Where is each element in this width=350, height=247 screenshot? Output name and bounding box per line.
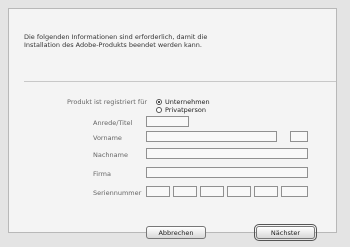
serial-field-3[interactable] (200, 186, 224, 197)
radio-private[interactable]: Privatperson (156, 106, 206, 114)
serial-field-4[interactable] (227, 186, 251, 197)
radio-company-label: Unternehmen (165, 98, 210, 106)
radio-unselected-icon (156, 107, 162, 113)
intro-line-2: Installation des Adobe-Produkts beendet … (24, 41, 202, 49)
serial-field-6[interactable] (281, 186, 308, 197)
intro-line-1: Die folgenden Informationen sind erforde… (24, 33, 208, 41)
next-button[interactable]: Nächster (254, 224, 317, 241)
radio-company[interactable]: Unternehmen (156, 98, 210, 106)
middle-initial-field[interactable] (290, 131, 308, 142)
registration-label: Produkt ist registriert für (67, 98, 147, 106)
separator (24, 81, 336, 82)
radio-selected-icon (156, 99, 162, 105)
dialog-panel: Die folgenden Informationen sind erforde… (8, 8, 337, 241)
cancel-button[interactable]: Abbrechen (146, 226, 206, 239)
salutation-label: Anrede/Titel (93, 119, 133, 127)
first-name-label: Vorname (93, 134, 122, 142)
last-name-label: Nachname (93, 151, 128, 159)
company-label: Firma (93, 170, 111, 178)
serial-field-2[interactable] (173, 186, 197, 197)
last-name-field[interactable] (146, 148, 308, 159)
first-name-field[interactable] (146, 131, 277, 142)
serial-label: Seriennummer (93, 189, 142, 197)
salutation-field[interactable] (146, 116, 189, 127)
serial-field-1[interactable] (146, 186, 170, 197)
serial-field-5[interactable] (254, 186, 278, 197)
company-field[interactable] (146, 167, 308, 178)
intro-text: Die folgenden Informationen sind erforde… (24, 33, 207, 49)
radio-private-label: Privatperson (165, 106, 206, 114)
